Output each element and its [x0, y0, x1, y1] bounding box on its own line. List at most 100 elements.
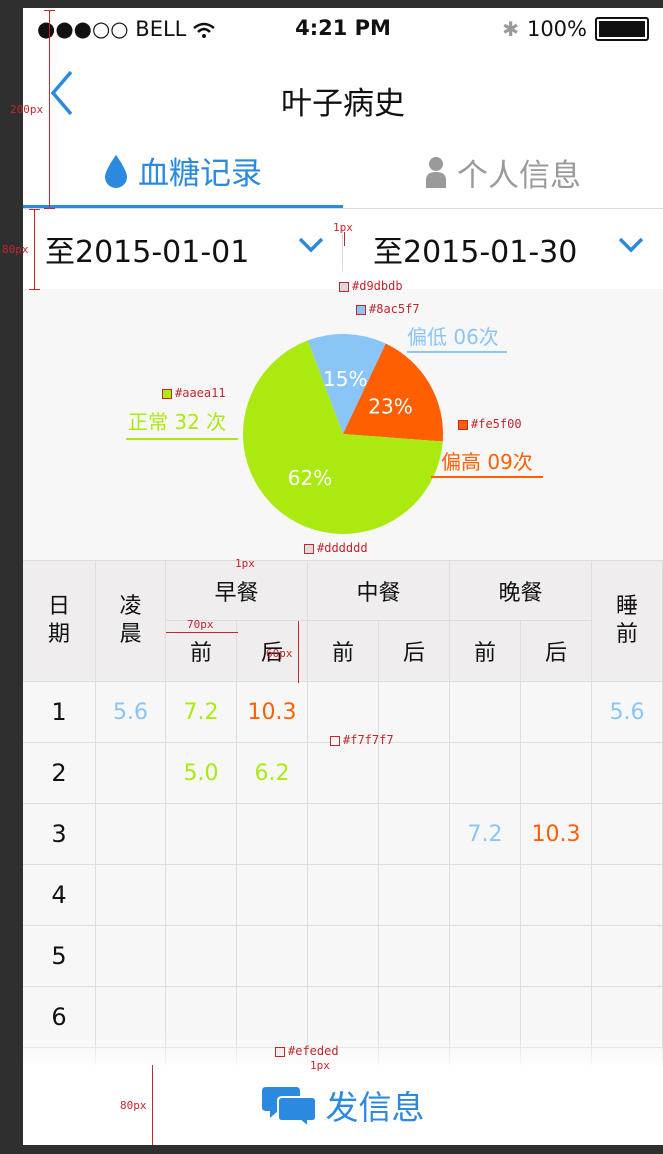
annotation-color: #f7f7f7 — [330, 733, 394, 747]
table-cell[interactable] — [450, 865, 521, 926]
table-cell[interactable] — [379, 926, 450, 987]
start-date-select[interactable]: 至2015-01-01 — [23, 209, 342, 289]
table-cell-text: 7.2 — [183, 699, 219, 725]
table-cell[interactable]: 10.3 — [521, 804, 592, 865]
table-cell[interactable] — [308, 926, 379, 987]
header-lunch: 中餐 — [308, 561, 450, 621]
table-row-day-text: 5 — [51, 942, 67, 970]
table-cell-text: 7.2 — [467, 821, 503, 847]
table-cell[interactable] — [450, 743, 521, 804]
table-cell[interactable] — [308, 987, 379, 1048]
table-cell[interactable] — [237, 987, 308, 1048]
send-message-button[interactable]: 发信息 — [23, 1065, 663, 1145]
table-cell[interactable] — [379, 865, 450, 926]
table-cell[interactable] — [521, 743, 592, 804]
annotation-label: 1px — [333, 221, 353, 234]
pie-legend-label: 偏低 06次 — [407, 325, 499, 349]
pie-percent-label: 23% — [368, 394, 412, 418]
table-cell[interactable]: 5.6 — [96, 682, 166, 743]
table-cell[interactable] — [96, 987, 166, 1048]
pie-percent-label: 62% — [288, 466, 332, 490]
table-cell[interactable] — [592, 865, 663, 926]
header-after: 后 — [379, 621, 450, 682]
table-cell[interactable] — [521, 987, 592, 1048]
table-cell[interactable] — [592, 926, 663, 987]
table-cell-text: 5.6 — [609, 699, 645, 725]
header-bedtime: 睡前 — [592, 561, 663, 682]
pie-chart: 15%23% 62% 偏低 06次偏高 09次 正常 32 次 — [126, 325, 543, 534]
pie-legend-label: 正常 32 次 — [128, 410, 226, 434]
table-cell[interactable] — [379, 743, 450, 804]
dimension-line — [152, 1065, 153, 1145]
send-message-label: 发信息 — [325, 1088, 425, 1127]
pie-chart-area: 15% 23% 62% 偏低 06次 偏高 09次 正常 32 次 — [23, 289, 663, 561]
header-bedtime-text: 睡前 — [615, 594, 638, 647]
dimension-line — [298, 621, 299, 683]
annotation-label: 80px — [2, 243, 29, 256]
dimension-tick — [44, 208, 55, 209]
dimension-tick — [29, 289, 40, 290]
table-cell[interactable] — [237, 804, 308, 865]
table-cell[interactable] — [521, 682, 592, 743]
table-cell[interactable] — [308, 804, 379, 865]
table-cell[interactable] — [521, 865, 592, 926]
annotation-label: 60px — [266, 647, 293, 660]
table-cell-text: 5.0 — [183, 760, 219, 786]
table-cell[interactable] — [237, 865, 308, 926]
table-cell[interactable] — [450, 926, 521, 987]
header-dinner: 晚餐 — [450, 561, 592, 621]
tab-blood-sugar[interactable]: 血糖记录 — [23, 136, 343, 208]
table-row-day-text: 1 — [51, 698, 67, 726]
table-cell[interactable] — [96, 865, 166, 926]
chat-bubbles-icon — [261, 1087, 317, 1127]
table-cell[interactable] — [308, 743, 379, 804]
table-cell[interactable]: 7.2 — [450, 804, 521, 865]
annotation-color: #dddddd — [304, 541, 368, 555]
header-before-text: 前 — [331, 641, 354, 666]
header-after-text: 后 — [402, 641, 425, 666]
table-cell[interactable] — [592, 804, 663, 865]
table-cell[interactable] — [450, 682, 521, 743]
dimension-tick — [29, 209, 40, 210]
table-row-day: 5 — [23, 926, 96, 987]
table-cell[interactable]: 5.6 — [592, 682, 663, 743]
table-cell[interactable]: 7.2 — [166, 682, 237, 743]
header-lunch-text: 中餐 — [356, 580, 401, 606]
table-cell[interactable]: 6.2 — [237, 743, 308, 804]
table-cell[interactable] — [166, 987, 237, 1048]
table-cell[interactable] — [379, 804, 450, 865]
header-breakfast-text: 早餐 — [214, 580, 259, 606]
table-cell[interactable] — [96, 926, 166, 987]
dimension-line — [49, 10, 50, 208]
table-cell[interactable]: 10.3 — [237, 682, 308, 743]
dimension-tick — [44, 10, 55, 11]
end-date-select[interactable]: 至2015-01-30 — [343, 209, 662, 289]
tab-personal-info[interactable]: 个人信息 — [343, 136, 663, 208]
table-cell[interactable]: 5.0 — [166, 743, 237, 804]
annotation-label: 1px — [235, 557, 255, 570]
table-row-day: 2 — [23, 743, 96, 804]
battery-icon — [595, 17, 649, 41]
table-cell[interactable] — [521, 926, 592, 987]
chevron-down-icon — [298, 237, 324, 253]
annotation-color: #aaea11 — [162, 386, 226, 400]
status-bar: ●●●○○ BELL 4:21 PM ✱ 100% — [23, 8, 663, 52]
header-dinner-text: 晚餐 — [498, 580, 543, 606]
status-right: ✱ 100% — [502, 17, 649, 41]
table-cell[interactable] — [96, 804, 166, 865]
bluetooth-icon: ✱ — [502, 17, 519, 41]
table-cell[interactable] — [166, 865, 237, 926]
battery-percent: 100% — [526, 17, 587, 41]
table-cell[interactable] — [166, 804, 237, 865]
table-cell[interactable] — [450, 987, 521, 1048]
header-early-text: 凌晨 — [119, 594, 142, 647]
table-cell[interactable] — [237, 926, 308, 987]
table-cell[interactable] — [166, 926, 237, 987]
table-cell[interactable] — [96, 743, 166, 804]
table-row-day-text: 6 — [51, 1003, 67, 1031]
table-cell[interactable] — [379, 987, 450, 1048]
table-cell[interactable] — [592, 743, 663, 804]
table-cell[interactable] — [308, 865, 379, 926]
table-cell[interactable] — [592, 987, 663, 1048]
tab-label: 个人信息 — [457, 157, 581, 194]
